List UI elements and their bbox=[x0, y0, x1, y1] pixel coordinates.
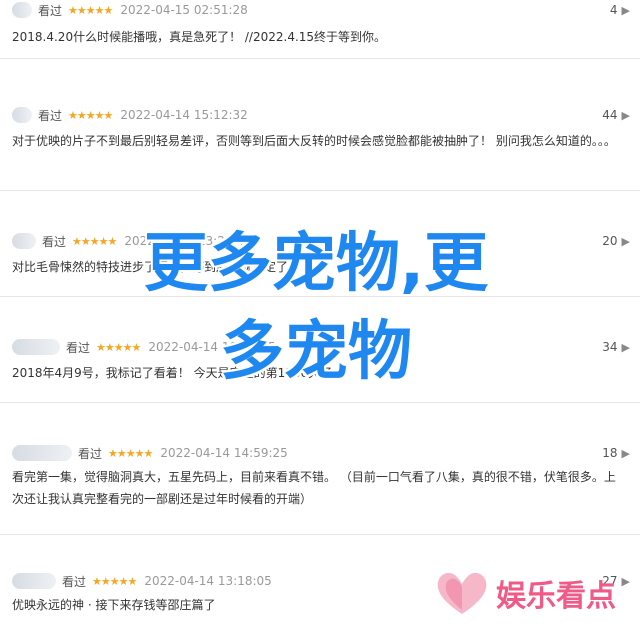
user-avatar-name[interactable] bbox=[12, 573, 56, 589]
vote-count[interactable]: 44 ▶ bbox=[602, 105, 630, 125]
vote-number: 44 bbox=[602, 108, 618, 122]
brand-logo: 娱乐看点 bbox=[434, 568, 640, 618]
watermark-line-2: 多宠物 bbox=[220, 315, 412, 389]
vote-number: 34 bbox=[602, 340, 618, 354]
comment-time: 2022-04-14 15:12:32 bbox=[120, 108, 248, 122]
user-avatar-name[interactable] bbox=[12, 233, 36, 249]
thumbs-up-icon[interactable]: ▶ bbox=[622, 4, 630, 17]
watch-status: 看过 bbox=[38, 3, 63, 18]
comment-time: 2022-04-14 14:59:25 bbox=[160, 446, 288, 460]
vote-count[interactable]: 4 ▶ bbox=[610, 0, 630, 20]
comment-text: 对于优映的片子不到最后别轻易差评，否则等到后面大反转的时候会感觉脸都能被抽肿了！… bbox=[12, 134, 616, 148]
watch-status: 看过 bbox=[78, 446, 103, 461]
comment-item: 看过 ★★★★★ 2022-04-14 15:12:32 44 ▶ 对于优映的片… bbox=[0, 100, 640, 191]
watch-status: 看过 bbox=[38, 108, 63, 123]
thumbs-up-icon[interactable]: ▶ bbox=[622, 109, 630, 122]
vote-number: 18 bbox=[602, 446, 618, 460]
watch-status: 看过 bbox=[62, 574, 87, 589]
comment-item: 看过 ★★★★★ 2022-04-14 14:59:25 18 ▶ 看完第一集，… bbox=[0, 438, 640, 535]
user-avatar-name[interactable] bbox=[12, 2, 32, 18]
comment-text: 2018.4.20什么时候能播哦，真是急死了！ //2022.4.15终于等到你… bbox=[12, 30, 387, 44]
heart-logo-icon bbox=[434, 568, 490, 618]
thumbs-up-icon[interactable]: ▶ bbox=[622, 447, 630, 460]
comment-meta: 看过 ★★★★★ 2022-04-14 15:12:32 bbox=[12, 105, 248, 125]
thumbs-up-icon[interactable]: ▶ bbox=[622, 341, 630, 354]
rating-stars: ★★★★★ bbox=[68, 108, 113, 122]
thumbs-up-icon[interactable]: ▶ bbox=[622, 235, 630, 248]
rating-stars: ★★★★★ bbox=[92, 574, 137, 588]
comment-meta: 看过 ★★★★★ 2022-04-14 14:59:25 bbox=[12, 443, 288, 463]
brand-name: 娱乐看点 bbox=[496, 579, 616, 614]
watermark-line-1: 更多宠物,更 bbox=[143, 227, 489, 301]
rating-stars: ★★★★★ bbox=[68, 3, 113, 17]
comment-meta: 看过 ★★★★★ 2022-04-14 13:18:05 bbox=[12, 571, 272, 591]
vote-count[interactable]: 34 ▶ bbox=[602, 337, 630, 357]
vote-count[interactable]: 18 ▶ bbox=[602, 443, 630, 463]
user-avatar-name[interactable] bbox=[12, 107, 32, 123]
vote-number: 20 bbox=[602, 234, 618, 248]
vote-number: 4 bbox=[609, 3, 618, 17]
rating-stars: ★★★★★ bbox=[108, 446, 153, 460]
vote-count[interactable]: 20 ▶ bbox=[602, 231, 630, 251]
comment-text: 看完第一集，觉得脑洞真大，五星先码上，目前来看真不错。 （目前一口气看了八集，真… bbox=[12, 470, 616, 506]
comment-time: 2022-04-15 02:51:28 bbox=[120, 3, 248, 17]
user-avatar-name[interactable] bbox=[12, 445, 72, 461]
watermark-overlay: 更多宠物,更 多宠物 bbox=[36, 220, 596, 396]
comment-meta: 看过 ★★★★★ 2022-04-15 02:51:28 bbox=[12, 0, 248, 20]
comment-item: 看过 ★★★★★ 2022-04-15 02:51:28 4 ▶ 2018.4.… bbox=[0, 0, 640, 59]
comment-time: 2022-04-14 13:18:05 bbox=[144, 574, 272, 588]
